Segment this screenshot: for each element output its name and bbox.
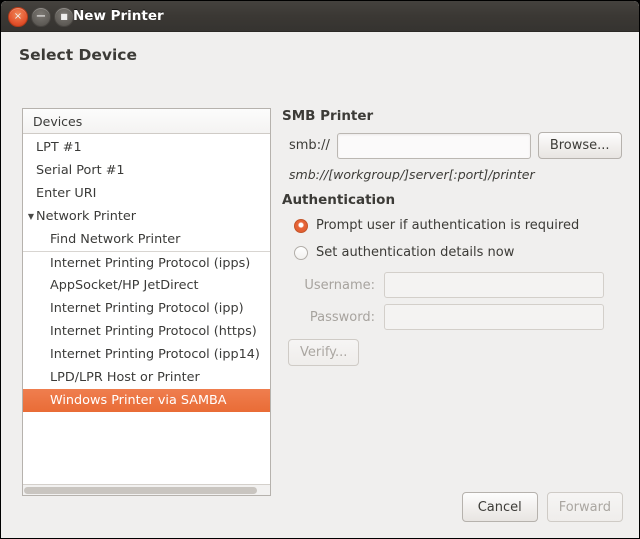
close-icon: × xyxy=(9,8,27,26)
device-list-item[interactable]: ▼Network Printer xyxy=(23,205,270,228)
device-list-item[interactable]: Find Network Printer xyxy=(23,228,270,251)
device-list-item[interactable]: LPD/LPR Host or Printer xyxy=(23,366,270,389)
window-controls: × − ■ xyxy=(8,7,74,27)
smb-uri-hint: smb://[workgroup/]server[:port]/printer xyxy=(289,167,626,182)
device-list-item-label: LPT #1 xyxy=(23,136,82,159)
dialog-footer: Cancel Forward xyxy=(462,492,623,522)
device-list-item[interactable]: LPT #1 xyxy=(23,136,270,159)
smb-printer-panel: SMB Printer smb:// Browse... smb://[work… xyxy=(282,108,626,366)
password-row: Password: xyxy=(282,304,626,330)
device-list-item[interactable]: Internet Printing Protocol (ipp14) xyxy=(23,343,270,366)
password-input[interactable] xyxy=(384,304,604,330)
devices-column-header: Devices xyxy=(23,109,270,134)
browse-button[interactable]: Browse... xyxy=(538,132,622,159)
auth-option-set-now-label: Set authentication details now xyxy=(316,245,514,260)
device-list-item-label: Internet Printing Protocol (ipps) xyxy=(23,252,250,275)
auth-option-prompt[interactable]: Prompt user if authentication is require… xyxy=(294,212,626,239)
device-list-item-label: LPD/LPR Host or Printer xyxy=(23,366,200,389)
cancel-button[interactable]: Cancel xyxy=(462,492,538,522)
device-list-item[interactable]: Internet Printing Protocol (ipps) xyxy=(23,251,270,274)
auth-option-set-now[interactable]: Set authentication details now xyxy=(294,239,626,266)
maximize-icon: ■ xyxy=(55,8,73,26)
device-list-item-label: Find Network Printer xyxy=(23,228,180,251)
close-button[interactable]: × xyxy=(8,7,28,27)
device-list-item-label: Enter URI xyxy=(23,182,96,205)
device-list-item[interactable]: Windows Printer via SAMBA xyxy=(23,389,270,412)
maximize-button[interactable]: ■ xyxy=(54,7,74,27)
minimize-button[interactable]: − xyxy=(31,7,51,27)
device-list-item[interactable]: Serial Port #1 xyxy=(23,159,270,182)
minimize-icon: − xyxy=(32,7,50,26)
devices-horizontal-scrollbar[interactable] xyxy=(23,484,270,495)
device-list-item-label: Internet Printing Protocol (https) xyxy=(23,320,257,343)
radio-set-now-icon[interactable] xyxy=(294,246,308,260)
new-printer-window: × − ■ New Printer Select Device Devices … xyxy=(0,0,640,539)
username-row: Username: xyxy=(282,272,626,298)
devices-list[interactable]: LPT #1Serial Port #1Enter URI▼Network Pr… xyxy=(23,134,270,487)
verify-row: Verify... xyxy=(288,339,626,366)
device-list-item-label: Internet Printing Protocol (ipp14) xyxy=(23,343,260,366)
smb-uri-label: smb:// xyxy=(289,138,330,153)
smb-uri-row: smb:// Browse... xyxy=(289,132,626,159)
device-list-item[interactable]: AppSocket/HP JetDirect xyxy=(23,274,270,297)
device-list-item-label: Windows Printer via SAMBA xyxy=(23,389,227,412)
titlebar: × − ■ New Printer xyxy=(1,1,639,32)
devices-panel: Devices LPT #1Serial Port #1Enter URI▼Ne… xyxy=(22,108,271,496)
device-list-item[interactable]: Internet Printing Protocol (https) xyxy=(23,320,270,343)
smb-section-title: SMB Printer xyxy=(282,108,626,124)
auth-option-prompt-label: Prompt user if authentication is require… xyxy=(316,218,579,233)
device-list-item-label: Network Printer xyxy=(23,205,136,228)
username-input[interactable] xyxy=(384,272,604,298)
device-list-item-label: Serial Port #1 xyxy=(23,159,125,182)
scrollbar-thumb[interactable] xyxy=(24,487,257,494)
authentication-title: Authentication xyxy=(282,192,626,208)
window-title: New Printer xyxy=(73,1,164,31)
device-list-item-label: AppSocket/HP JetDirect xyxy=(23,274,199,297)
username-label: Username: xyxy=(282,278,384,293)
smb-uri-input[interactable] xyxy=(337,133,531,159)
chevron-down-icon[interactable]: ▼ xyxy=(25,205,37,228)
radio-prompt-icon[interactable] xyxy=(294,219,308,233)
device-list-item[interactable]: Internet Printing Protocol (ipp) xyxy=(23,297,270,320)
password-label: Password: xyxy=(282,310,384,325)
forward-button[interactable]: Forward xyxy=(547,492,623,522)
device-list-item[interactable]: Enter URI xyxy=(23,182,270,205)
verify-button[interactable]: Verify... xyxy=(288,339,359,366)
dialog-content: Select Device Devices LPT #1Serial Port … xyxy=(1,32,639,539)
page-title: Select Device xyxy=(19,46,137,64)
device-list-item-label: Internet Printing Protocol (ipp) xyxy=(23,297,244,320)
